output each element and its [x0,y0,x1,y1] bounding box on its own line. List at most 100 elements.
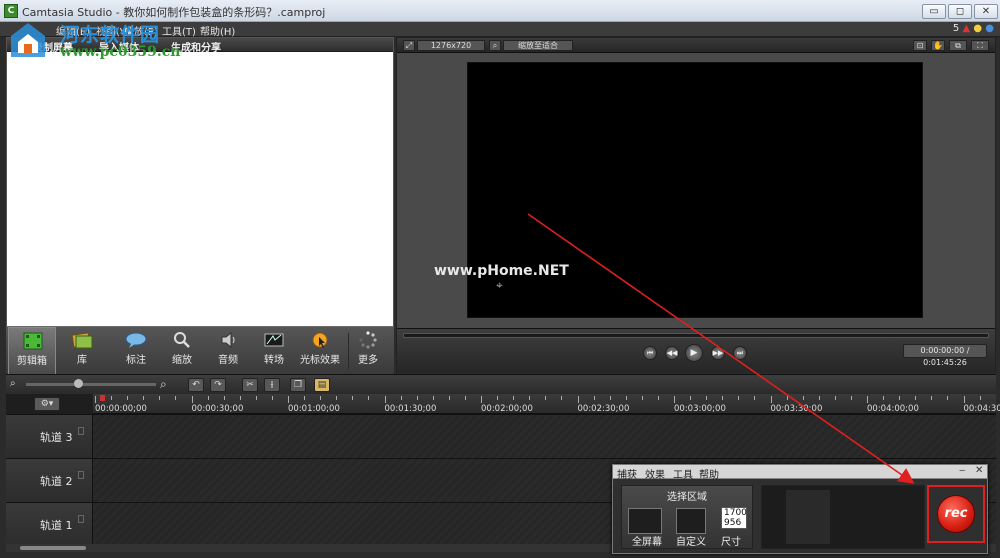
preview-panel: ⤢ 1276x720 ⌕ 缩放至适合 ⊡ ✋ ⧉ ⛶ www.pHome.NET… [396,37,996,373]
pan-hand-icon[interactable]: ✋ [931,40,945,51]
height-field[interactable]: 956 [724,518,746,528]
rewind-icon[interactable]: ◀◀ [665,346,679,360]
track-name: 轨道 3 [40,431,73,444]
recorder-menu-effects[interactable]: 效果 [645,466,665,481]
ruler-tick [834,396,836,400]
seek-bar[interactable] [403,333,989,338]
recorder-menu-bar: 捕获 效果 工具 帮助 ‒ ✕ [613,465,987,481]
maximize-button[interactable]: ◻ [948,4,972,19]
recorder-close-icon[interactable]: ✕ [975,465,983,476]
recorder-menu-capture[interactable]: 捕获 [617,466,637,481]
ruler-tick [641,396,643,400]
ruler-time-label: 00:02:00;00 [481,404,533,414]
minimize-button[interactable]: ▭ [922,4,946,19]
zoom-out-icon[interactable]: ⌕ [10,378,16,389]
recorder-menu-tools[interactable]: 工具 [673,466,693,481]
undo-button[interactable]: ↶ [188,378,204,392]
rec-button[interactable]: rec [937,495,975,533]
alert-triangle-icon[interactable]: ▲ [962,23,970,34]
paste-icon[interactable]: ▤ [314,378,330,392]
fit-zoom-dropdown[interactable]: 缩放至适合 [503,40,573,51]
tab-label: 转场 [264,355,284,366]
tab-clip-bin[interactable]: 剪辑箱 [8,327,56,375]
playback-bar: ⏮ ◀◀ ▶ ▶▶ ⏭ 0:00:00:00 / 0:01:45:26 [397,328,995,373]
dimensions-dropdown[interactable]: 1276x720 [417,40,485,51]
tab-zoom[interactable]: 缩放 [158,327,206,375]
ruler-tick [931,396,933,400]
tab-label: 剪辑箱 [17,356,47,367]
ruler-tick [899,396,901,400]
tab-cursor-effects[interactable]: 光标效果 [296,327,344,375]
library-icon [71,332,93,349]
timeline-zoom-slider[interactable] [26,383,156,386]
canvas-size-icon[interactable]: ⤢ [403,40,415,51]
custom-region-button[interactable] [676,508,706,534]
ruler-tick [464,396,466,400]
ruler-tick [690,396,692,400]
ruler-tick [191,396,193,403]
tab-callouts[interactable]: 标注 [112,327,160,375]
cursor-effect-icon [312,332,328,348]
ruler-time-label: 00:00:30;00 [191,404,244,414]
copy-icon[interactable]: ❐ [290,378,306,392]
detach-preview-icon[interactable]: ⧉ [949,40,967,51]
menubar-status-icons: 5 ▲ ● ● [953,23,994,34]
ruler-tick [786,396,788,400]
time-ruler[interactable]: 00:00:00;00 00:00:30;00 00:01:00;00 00:01:3… [93,394,1000,414]
width-field[interactable]: 1700 [724,508,747,518]
ruler-tick [400,396,402,400]
video-canvas[interactable]: www.pHome.NET ⌖ [434,62,923,318]
search-icon[interactable]: ⌕ [489,40,501,51]
region-size-fields[interactable]: 1700 956 [721,507,747,529]
fast-forward-icon[interactable]: ▶▶ [711,346,725,360]
tip-bulb-icon[interactable]: ● [973,23,982,34]
recorder-menu-help[interactable]: 帮助 [699,466,719,481]
track-name: 轨道 2 [40,475,73,488]
track-settings-gear-icon[interactable]: ⚙▾ [34,397,60,411]
ruler-tick [352,396,354,400]
fullscreen-icon[interactable]: ⛶ [971,40,989,51]
tab-transitions[interactable]: 转场 [250,327,298,375]
screen-recorder-widget: 捕获 效果 工具 帮助 ‒ ✕ 选择区域 全屏幕 自定义 1700 956 尺寸… [612,464,988,554]
tab-audio[interactable]: 音频 [204,327,252,375]
ruler-tick [722,396,724,400]
play-icon[interactable]: ▶ [685,344,703,362]
ruler-tick [802,396,804,400]
tab-label: 音频 [218,355,238,366]
track-lock-icon[interactable] [78,471,84,479]
crop-icon[interactable]: ⊡ [913,40,927,51]
zoom-slider-knob[interactable] [74,379,83,388]
tab-library[interactable]: 库 [58,327,106,375]
recorder-inputs-area [761,485,925,549]
zoom-in-icon[interactable]: ⌕ [160,377,167,392]
playhead-marker[interactable] [100,395,105,401]
cut-icon[interactable]: ✂ [242,378,258,392]
fullscreen-button[interactable] [628,508,662,534]
track-lock-icon[interactable] [78,427,84,435]
skip-end-icon[interactable]: ⏭ [733,346,747,360]
ruler-tick [336,396,338,400]
redo-button[interactable]: ↷ [210,378,226,392]
track-name: 轨道 1 [40,519,73,532]
zoom-magnifier-icon [174,332,190,348]
select-area-group: 选择区域 全屏幕 自定义 1700 956 尺寸 [621,485,753,549]
recorder-minimize-icon[interactable]: ‒ [959,465,965,476]
track-3: 轨道 3 [6,414,996,458]
tab-label: 库 [77,355,87,366]
ruler-tick [111,396,113,400]
tab-more[interactable]: 更多 [344,327,392,375]
split-icon[interactable]: ⫲ [264,378,280,392]
notification-count: 5 [952,23,960,34]
track-header: 轨道 3 [6,415,93,458]
close-button[interactable]: ✕ [974,4,998,19]
ruler-time-label: 00:04:30;00 [963,404,1000,414]
ruler-tick [738,396,740,400]
scrollbar-thumb[interactable] [20,546,86,550]
track-lane[interactable] [93,415,996,458]
preview-toolbar: ⤢ 1276x720 ⌕ 缩放至适合 ⊡ ✋ ⧉ ⛶ [397,38,995,53]
ruler-tick [513,396,515,400]
track-lock-icon[interactable] [78,515,84,523]
camtasia-app-icon: C [4,4,18,18]
skip-start-icon[interactable]: ⏮ [643,346,657,360]
help-globe-icon[interactable]: ● [985,23,994,34]
